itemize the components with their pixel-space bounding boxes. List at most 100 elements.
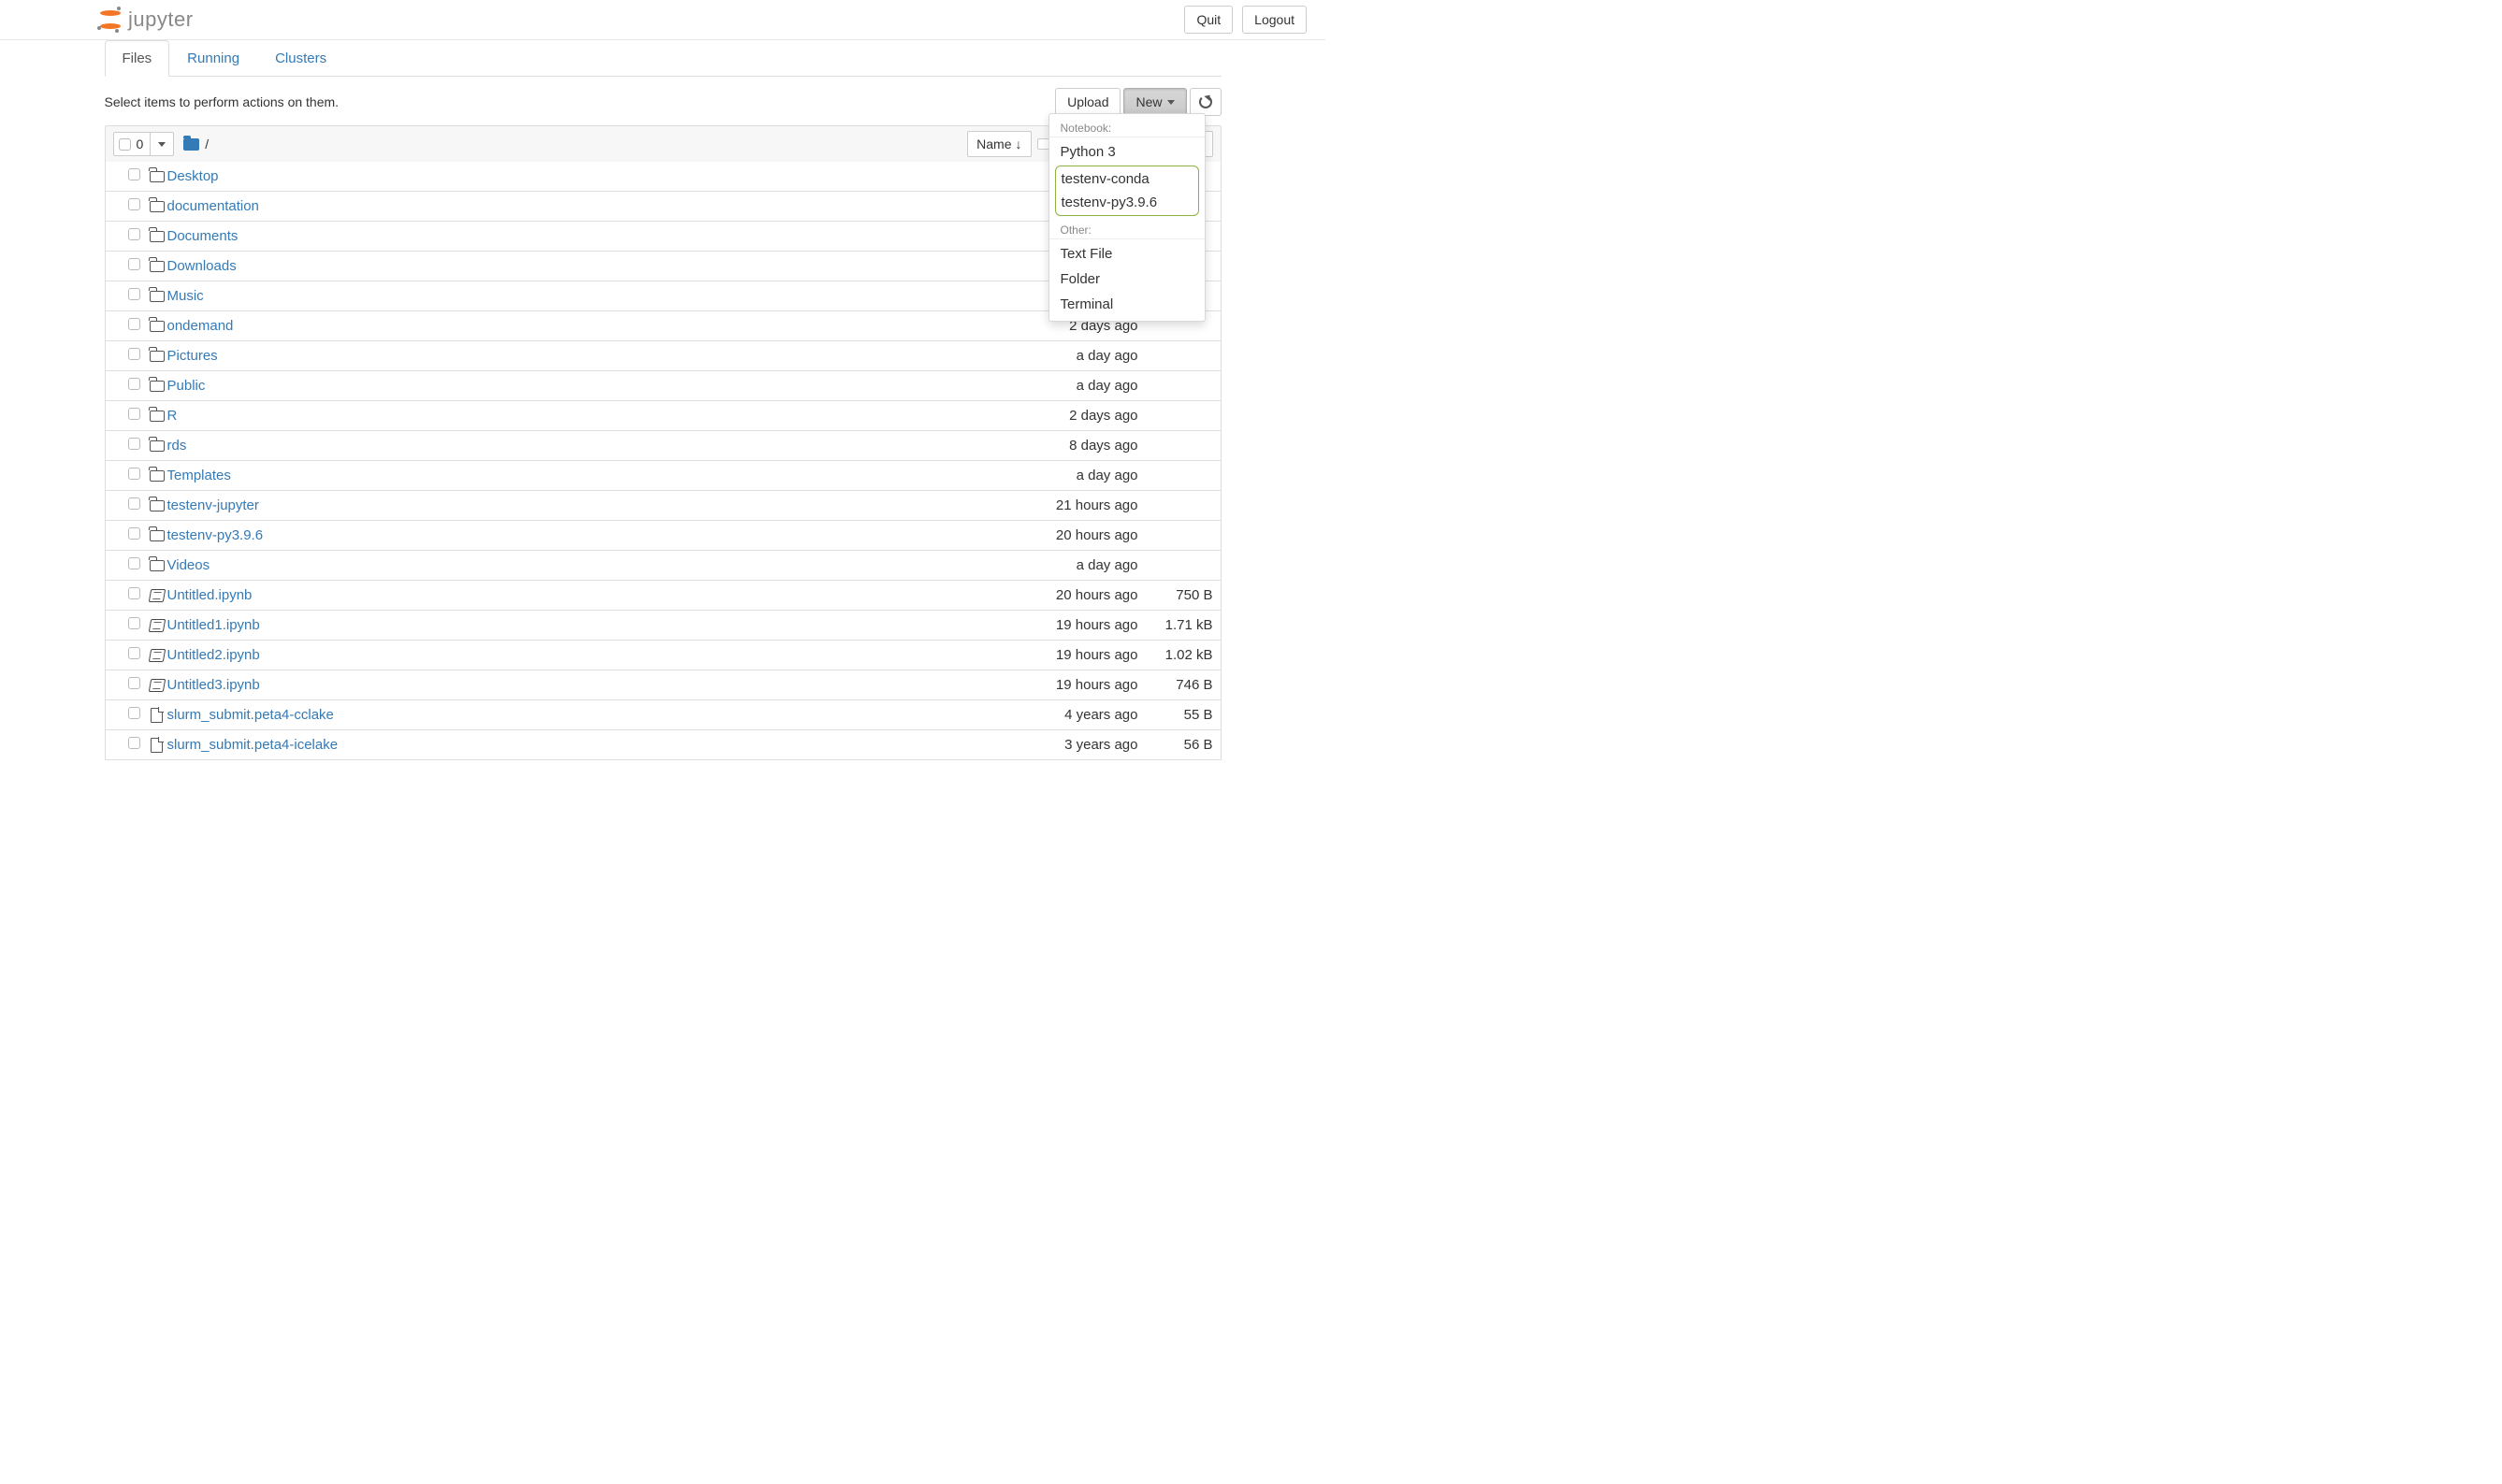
row-checkbox[interactable] <box>128 378 140 390</box>
row-name-link[interactable]: Videos <box>167 557 210 573</box>
row-checkbox[interactable] <box>128 198 140 210</box>
file-icon <box>151 708 163 723</box>
row-modified: 4 years ago <box>951 707 1138 723</box>
row-name-link[interactable]: ondemand <box>167 318 234 334</box>
file-icon <box>151 738 163 753</box>
row-name-link[interactable]: R <box>167 408 178 424</box>
folder-icon <box>150 530 165 541</box>
row-name-link[interactable]: testenv-jupyter <box>167 497 259 513</box>
quit-button[interactable]: Quit <box>1184 6 1233 34</box>
table-row: Templates a day ago <box>105 461 1222 491</box>
row-size: 1.71 kB <box>1138 617 1213 633</box>
select-all-checkbox[interactable] <box>119 138 131 151</box>
row-checkbox[interactable] <box>128 228 140 240</box>
app-header: jupyter Quit Logout <box>0 0 1325 40</box>
tab-clusters[interactable]: Clusters <box>257 40 344 77</box>
caret-down-icon <box>158 142 166 147</box>
row-size: 1.02 kB <box>1138 647 1213 663</box>
row-name-link[interactable]: documentation <box>167 198 259 214</box>
row-name-link[interactable]: Music <box>167 288 204 304</box>
row-modified: 19 hours ago <box>951 617 1138 633</box>
table-row: Untitled2.ipynb 19 hours ago 1.02 kB <box>105 641 1222 670</box>
dropdown-header-notebook: Notebook: <box>1049 118 1205 137</box>
highlighted-kernels: testenv-conda testenv-py3.9.6 <box>1055 166 1199 216</box>
row-modified: a day ago <box>951 557 1138 573</box>
row-modified: a day ago <box>951 348 1138 364</box>
row-checkbox[interactable] <box>128 258 140 270</box>
row-name-link[interactable]: Untitled1.ipynb <box>167 617 260 633</box>
table-row: rds 8 days ago <box>105 431 1222 461</box>
folder-icon <box>150 291 165 302</box>
row-name-link[interactable]: Public <box>167 378 206 394</box>
row-checkbox[interactable] <box>128 318 140 330</box>
row-name-link[interactable]: Desktop <box>167 168 219 184</box>
row-modified: 19 hours ago <box>951 677 1138 693</box>
row-name-link[interactable]: Downloads <box>167 258 237 274</box>
row-name-link[interactable]: Untitled.ipynb <box>167 587 253 603</box>
folder-icon <box>150 440 165 452</box>
folder-icon <box>150 321 165 332</box>
new-button-label: New <box>1135 94 1162 109</box>
row-checkbox[interactable] <box>128 737 140 749</box>
folder-icon <box>150 470 165 482</box>
row-size: 750 B <box>1138 587 1213 603</box>
row-checkbox[interactable] <box>128 438 140 450</box>
row-size: 55 B <box>1138 707 1213 723</box>
row-checkbox[interactable] <box>128 497 140 510</box>
table-row: Untitled3.ipynb 19 hours ago 746 B <box>105 670 1222 700</box>
select-menu-toggle[interactable] <box>151 133 173 155</box>
row-name-link[interactable]: Templates <box>167 468 231 483</box>
sort-name-label: Name <box>976 137 1011 151</box>
row-checkbox[interactable] <box>128 468 140 480</box>
row-name-link[interactable]: Documents <box>167 228 239 244</box>
new-kernel-python3[interactable]: Python 3 <box>1049 139 1205 165</box>
row-checkbox[interactable] <box>128 677 140 689</box>
new-button[interactable]: New <box>1123 88 1186 116</box>
table-row: Public a day ago <box>105 371 1222 401</box>
row-checkbox[interactable] <box>128 288 140 300</box>
refresh-button[interactable] <box>1190 88 1222 116</box>
row-modified: 20 hours ago <box>951 527 1138 543</box>
table-row: testenv-jupyter 21 hours ago <box>105 491 1222 521</box>
logout-button[interactable]: Logout <box>1242 6 1307 34</box>
new-folder[interactable]: Folder <box>1049 267 1205 292</box>
table-row: slurm_submit.peta4-cclake 4 years ago 55… <box>105 700 1222 730</box>
notebook-icon <box>148 589 165 602</box>
row-checkbox[interactable] <box>128 168 140 180</box>
row-checkbox[interactable] <box>128 527 140 540</box>
new-kernel-testenv-conda[interactable]: testenv-conda <box>1056 167 1198 191</box>
row-checkbox[interactable] <box>128 348 140 360</box>
jupyter-logo[interactable]: jupyter <box>98 7 194 32</box>
row-modified: 3 years ago <box>951 737 1138 753</box>
row-name-link[interactable]: testenv-py3.9.6 <box>167 527 264 543</box>
folder-home-icon[interactable] <box>183 138 199 151</box>
row-checkbox[interactable] <box>128 408 140 420</box>
dropdown-header-other: Other: <box>1049 220 1205 239</box>
row-checkbox[interactable] <box>128 587 140 599</box>
row-name-link[interactable]: rds <box>167 438 187 454</box>
upload-button[interactable]: Upload <box>1055 88 1121 116</box>
tab-files[interactable]: Files <box>105 40 170 77</box>
new-terminal[interactable]: Terminal <box>1049 292 1205 317</box>
row-checkbox[interactable] <box>128 557 140 569</box>
breadcrumb: / <box>183 137 209 151</box>
new-textfile[interactable]: Text File <box>1049 241 1205 267</box>
row-checkbox[interactable] <box>128 707 140 719</box>
select-all-group[interactable]: 0 <box>113 132 175 156</box>
row-name-link[interactable]: slurm_submit.peta4-cclake <box>167 707 334 723</box>
notebook-icon <box>148 679 165 692</box>
row-name-link[interactable]: Pictures <box>167 348 218 364</box>
row-checkbox[interactable] <box>128 617 140 629</box>
tab-running[interactable]: Running <box>169 40 257 77</box>
row-name-link[interactable]: Untitled3.ipynb <box>167 677 260 693</box>
folder-icon <box>150 560 165 571</box>
breadcrumb-root: / <box>205 137 209 151</box>
row-name-link[interactable]: slurm_submit.peta4-icelake <box>167 737 339 753</box>
row-modified: a day ago <box>951 468 1138 483</box>
new-kernel-testenv-py396[interactable]: testenv-py3.9.6 <box>1056 191 1198 214</box>
folder-icon <box>150 500 165 511</box>
row-name-link[interactable]: Untitled2.ipynb <box>167 647 260 663</box>
arrow-down-icon: ↓ <box>1016 137 1022 151</box>
sort-by-name[interactable]: Name ↓ <box>967 131 1031 157</box>
row-checkbox[interactable] <box>128 647 140 659</box>
